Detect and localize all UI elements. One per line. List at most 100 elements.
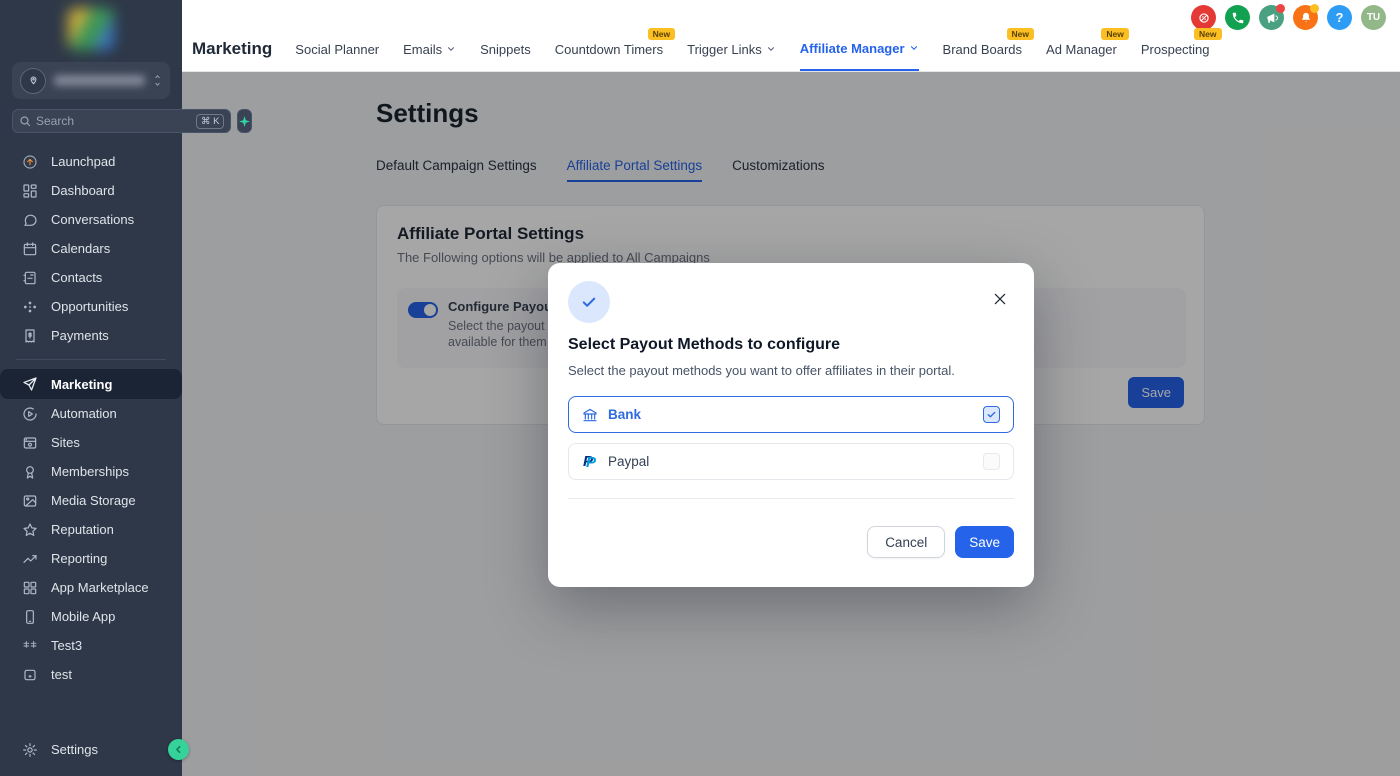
paypal-icon: PP <box>583 452 597 471</box>
dashboard-icon <box>22 183 38 199</box>
sidebar-item-label: Opportunities <box>51 299 129 314</box>
save-button[interactable]: Save <box>955 526 1014 558</box>
cancel-button[interactable]: Cancel <box>867 526 946 558</box>
award-icon <box>22 464 38 480</box>
sidebar-item-label: App Marketplace <box>51 580 149 595</box>
chevron-down-icon <box>448 47 455 52</box>
phone-icon <box>1232 12 1243 23</box>
new-badge: New <box>1101 28 1129 41</box>
calendar-icon <box>22 241 38 257</box>
sidebar-item-media-storage[interactable]: Media Storage <box>0 486 182 515</box>
sidebar-item-marketing[interactable]: Marketing <box>0 369 182 399</box>
sidebar-item-label: Settings <box>51 742 98 757</box>
sidebar-item-label: Media Storage <box>51 493 136 508</box>
search-shortcut-kbd: ⌘ K <box>196 113 225 129</box>
browser-window-icon <box>22 435 38 451</box>
sidebar-item-dashboard[interactable]: Dashboard <box>0 176 182 205</box>
tab-countdown-timers[interactable]: Countdown Timers New <box>555 27 676 71</box>
notification-dot <box>1276 4 1285 13</box>
avatar-initials: TU <box>1366 12 1381 23</box>
tab-affiliate-manager[interactable]: Affiliate Manager <box>799 27 919 71</box>
sidebar-item-conversations[interactable]: Conversations <box>0 205 182 234</box>
chevron-down-icon <box>910 46 917 51</box>
account-name-redacted <box>54 75 145 86</box>
tab-emails[interactable]: Emails <box>403 27 456 71</box>
payout-option-paypal[interactable]: PP Paypal <box>568 443 1014 480</box>
sidebar-item-label: Payments <box>51 328 109 343</box>
launchpad-icon <box>22 154 38 170</box>
paper-plane-icon <box>22 376 38 392</box>
agency-logo <box>0 0 182 58</box>
option-label: Bank <box>608 407 642 422</box>
tab-prospecting[interactable]: Prospecting New <box>1141 27 1222 71</box>
sidebar-item-label: Memberships <box>51 464 130 479</box>
payout-option-bank[interactable]: Bank <box>568 396 1014 433</box>
location-pin-icon <box>20 67 46 94</box>
modal-subtitle: Select the payout methods you want to of… <box>568 363 955 378</box>
ai-spark-button[interactable] <box>237 109 253 133</box>
chevron-updown-icon <box>153 74 162 87</box>
smartphone-icon <box>22 609 38 625</box>
address-book-icon <box>22 270 38 286</box>
paypal-checkbox[interactable] <box>983 453 1000 470</box>
sidebar-item-mobile-app[interactable]: Mobile App <box>0 602 182 631</box>
modal-title: Select Payout Methods to configure <box>568 336 841 353</box>
sidebar-item-label: Calendars <box>51 241 111 256</box>
sidebar-item-label: Test3 <box>51 638 83 653</box>
image-icon <box>22 493 38 509</box>
app-box-icon <box>22 667 38 683</box>
sidebar-item-reporting[interactable]: Reporting <box>0 544 182 573</box>
new-badge: New <box>647 28 676 41</box>
sidebar-item-label: Launchpad <box>51 154 116 169</box>
opportunities-icon <box>22 299 38 315</box>
check-icon <box>987 411 996 418</box>
receipt-dollar-icon <box>22 328 38 344</box>
sidebar-item-payments[interactable]: Payments <box>0 321 182 350</box>
sidebar-item-settings[interactable]: Settings <box>0 735 182 764</box>
account-switcher[interactable] <box>12 62 170 99</box>
automation-icon <box>22 406 38 422</box>
search-input-wrap[interactable]: ⌘ K <box>12 109 232 133</box>
header-nav: Marketing Social Planner Emails Snippets… <box>182 27 1400 71</box>
sidebar-item-test3[interactable]: Test3 <box>0 631 182 660</box>
sidebar: ⌘ K Launchpad Dashboard Conversations Ca… <box>0 0 253 776</box>
gear-icon <box>22 742 38 758</box>
sidebar-item-contacts[interactable]: Contacts <box>0 263 182 292</box>
sidebar-item-label: test <box>51 667 72 682</box>
tab-social-planner[interactable]: Social Planner <box>295 27 379 71</box>
tab-snippets[interactable]: Snippets <box>480 27 531 71</box>
tab-brand-boards[interactable]: Brand Boards New <box>943 27 1035 71</box>
modal-footer: Cancel Save <box>568 526 1014 558</box>
page-section-title: Marketing <box>192 39 273 58</box>
sidebar-item-label: Contacts <box>51 270 103 285</box>
top-header: ? TU Marketing Social Planner Emails Sni… <box>182 0 1400 72</box>
sidebar-item-reputation[interactable]: Reputation <box>0 515 182 544</box>
record-slash-icon <box>1198 12 1209 23</box>
search-input[interactable] <box>36 114 191 128</box>
sidebar-item-automation[interactable]: Automation <box>0 399 182 428</box>
tab-trigger-links[interactable]: Trigger Links <box>687 27 776 71</box>
select-payout-methods-modal: Select Payout Methods to configure Selec… <box>548 263 1034 587</box>
sidebar-item-test[interactable]: test <box>0 660 182 689</box>
sidebar-item-label: Automation <box>51 406 117 421</box>
sidebar-item-app-marketplace[interactable]: App Marketplace <box>0 573 182 602</box>
close-button[interactable] <box>992 291 1008 307</box>
sidebar-item-memberships[interactable]: Memberships <box>0 457 182 486</box>
sidebar-item-opportunities[interactable]: Opportunities <box>0 292 182 321</box>
sidebar-collapse-button[interactable] <box>168 739 189 760</box>
sidebar-item-label: Mobile App <box>51 609 116 624</box>
cjk-glyph-icon <box>22 638 38 654</box>
sidebar-item-calendars[interactable]: Calendars <box>0 234 182 263</box>
sidebar-item-label: Reporting <box>51 551 108 566</box>
sidebar-item-launchpad[interactable]: Launchpad <box>0 147 182 176</box>
chevron-down-icon <box>767 47 774 52</box>
bank-checkbox[interactable] <box>983 406 1000 423</box>
search-icon <box>19 115 31 127</box>
sidebar-item-sites[interactable]: Sites <box>0 428 182 457</box>
tab-ad-manager[interactable]: Ad Manager New <box>1046 27 1129 71</box>
modal-divider <box>568 498 1014 499</box>
check-circle-icon <box>568 281 610 323</box>
grid-icon <box>22 580 38 596</box>
trend-up-icon <box>22 551 38 567</box>
notification-dot <box>1310 4 1319 13</box>
